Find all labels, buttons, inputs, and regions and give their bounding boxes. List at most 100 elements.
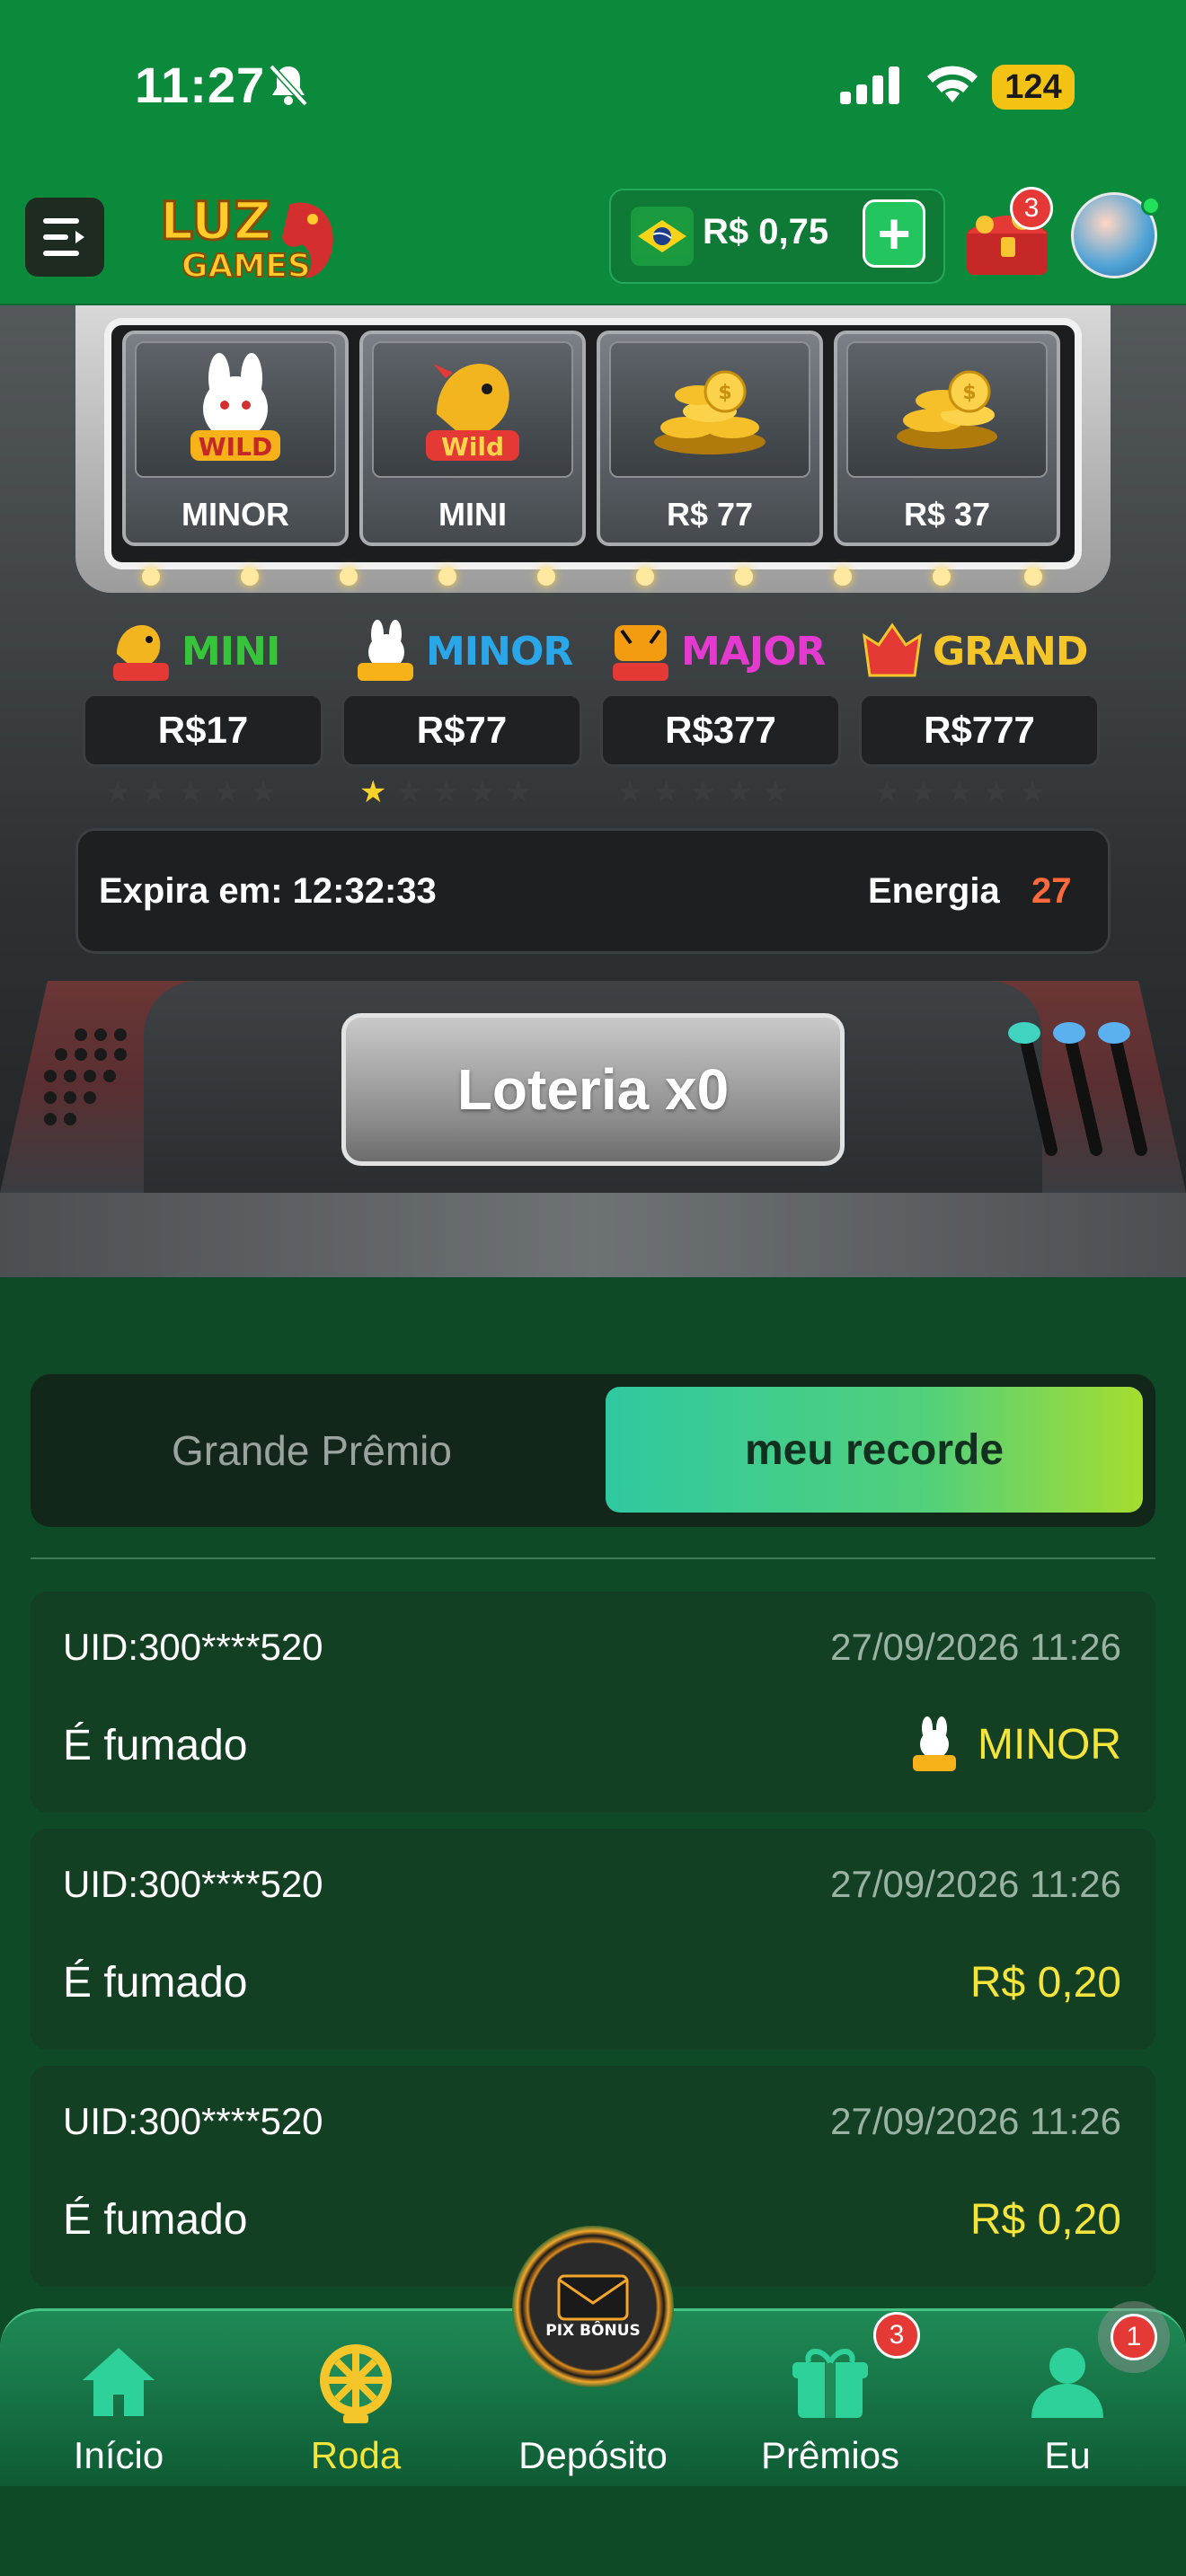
brazil-flag-icon <box>631 207 694 266</box>
reel-label: MINI <box>438 496 507 533</box>
star-empty-icon: ★ <box>725 775 753 809</box>
home-indicator-area <box>0 2486 1186 2576</box>
list-item <box>31 1829 1155 2050</box>
jackpot-minor-header: MINOR <box>352 620 573 683</box>
record-desc: É fumado <box>63 1959 248 2007</box>
star-empty-icon: ★ <box>688 775 717 809</box>
jackpot-name: MAJOR <box>681 628 826 675</box>
record-uid: UID:300****520 <box>63 1863 323 1905</box>
jackpot-mini-header: MINI <box>108 620 280 683</box>
light-bulb <box>933 568 951 586</box>
user-icon <box>1031 2348 1103 2418</box>
menu-icon <box>43 218 84 256</box>
star-empty-icon: ★ <box>945 775 974 809</box>
app-logo: LUZ GAMES <box>155 187 352 286</box>
jackpot-grand-header: GRAND <box>859 620 1088 683</box>
reel-slot: $ R$ 77 <box>597 331 823 546</box>
star-empty-icon: ★ <box>652 775 680 809</box>
record-prize-text: MINOR <box>978 1720 1121 1769</box>
jackpot-stars: ★ ★ ★ ★ ★ <box>616 774 789 810</box>
online-indicator <box>1141 196 1161 216</box>
nav-label: Depósito <box>518 2434 668 2476</box>
divider <box>31 1557 1155 1559</box>
logo-text-bottom: GAMES <box>181 248 311 285</box>
nav-inicio[interactable]: Início <box>20 2325 217 2477</box>
star-empty-icon: ★ <box>873 775 901 809</box>
reel-label: R$ 37 <box>903 496 991 533</box>
cell-signal-icon <box>840 66 901 109</box>
tab-meu-recorde[interactable]: meu recorde <box>606 1387 1143 1513</box>
dragon-wild-icon <box>113 625 169 681</box>
levers-icon <box>997 1015 1177 1159</box>
premios-badge: 3 <box>873 2312 920 2359</box>
wheel-icon <box>320 2344 392 2423</box>
nav-label: Início <box>73 2434 164 2476</box>
eu-badge: 1 <box>1111 2314 1157 2360</box>
add-balance-button[interactable]: + <box>863 199 925 268</box>
star-empty-icon: ★ <box>104 775 132 809</box>
rabbit-wild-icon <box>358 620 413 681</box>
list-item <box>31 1592 1155 1813</box>
jackpot-value: R$17 <box>83 693 323 767</box>
jackpot-stars: ★ ★ ★ ★ ★ <box>359 774 532 810</box>
jackpot-name: MINOR <box>426 628 573 675</box>
star-empty-icon: ★ <box>249 775 278 809</box>
tiger-wild-icon <box>613 625 668 681</box>
speaker-grille-icon <box>36 1024 135 1132</box>
svg-text:$: $ <box>962 382 976 404</box>
light-bulb <box>636 568 654 586</box>
reel-label: R$ 77 <box>666 496 754 533</box>
jackpot-name: MINI <box>181 628 280 675</box>
light-bulb <box>438 568 456 586</box>
light-bulb <box>834 568 852 586</box>
balance-amount: R$ 0,75 <box>703 212 829 251</box>
bell-muted-icon <box>268 63 309 112</box>
light-bulb <box>142 568 160 586</box>
star-empty-icon: ★ <box>176 775 205 809</box>
jackpot-value: R$77 <box>341 693 582 767</box>
tab-grande-premio[interactable]: Grande Prêmio <box>31 1374 593 1527</box>
menu-button[interactable] <box>25 198 104 277</box>
record-uid: UID:300****520 <box>63 2100 323 2142</box>
energy-label: Energia <box>868 871 1000 911</box>
home-icon <box>83 2348 155 2416</box>
record-prize: MINOR <box>909 1716 1121 1773</box>
pix-bonus-label: PIX BÔNUS <box>545 2320 641 2340</box>
gold-coins-icon: $ <box>846 341 1048 478</box>
record-date: 27/09/2026 11:26 <box>830 1863 1121 1905</box>
svg-text:Wild: Wild <box>441 432 504 462</box>
star-empty-icon: ★ <box>213 775 241 809</box>
reel-label: MINOR <box>181 496 289 533</box>
star-empty-icon: ★ <box>468 775 496 809</box>
rabbit-wild-icon: WILD <box>135 341 336 478</box>
pix-bonus-icon: PIX BÔNUS <box>545 2274 641 2340</box>
star-filled-icon: ★ <box>359 775 387 809</box>
star-empty-icon: ★ <box>909 775 937 809</box>
gift-icon <box>792 2349 868 2418</box>
jackpot-stars: ★ ★ ★ ★ ★ <box>104 774 277 810</box>
dragon-wild-icon: Wild <box>372 341 573 478</box>
record-date: 27/09/2026 11:26 <box>830 1626 1121 1668</box>
pix-bonus-button[interactable]: PIX BÔNUS <box>512 2226 674 2387</box>
star-empty-icon: ★ <box>395 775 423 809</box>
reel-slot: Wild MINI <box>359 331 586 546</box>
nav-label: Prêmios <box>760 2434 900 2476</box>
star-empty-icon: ★ <box>504 775 533 809</box>
battery-indicator: 124 <box>992 65 1075 110</box>
lottery-button[interactable]: Loteria x0 <box>341 1013 845 1166</box>
record-prize: R$ 0,20 <box>969 1959 1121 2007</box>
light-bulb <box>241 568 259 586</box>
status-time: 11:27 <box>135 57 266 113</box>
star-empty-icon: ★ <box>1018 775 1047 809</box>
light-bulb <box>340 568 358 586</box>
light-bulb <box>1024 568 1042 586</box>
reel-slot: WILD MINOR <box>122 331 349 546</box>
expiry-timer: Expira em: 12:32:33 <box>99 871 437 911</box>
star-empty-icon: ★ <box>431 775 460 809</box>
light-bulb <box>735 568 753 586</box>
star-empty-icon: ★ <box>761 775 790 809</box>
rabbit-wild-icon <box>913 1716 957 1771</box>
nav-roda[interactable]: Roda <box>257 2325 455 2477</box>
record-date: 27/09/2026 11:26 <box>830 2100 1121 2142</box>
jackpot-name: GRAND <box>933 628 1088 675</box>
